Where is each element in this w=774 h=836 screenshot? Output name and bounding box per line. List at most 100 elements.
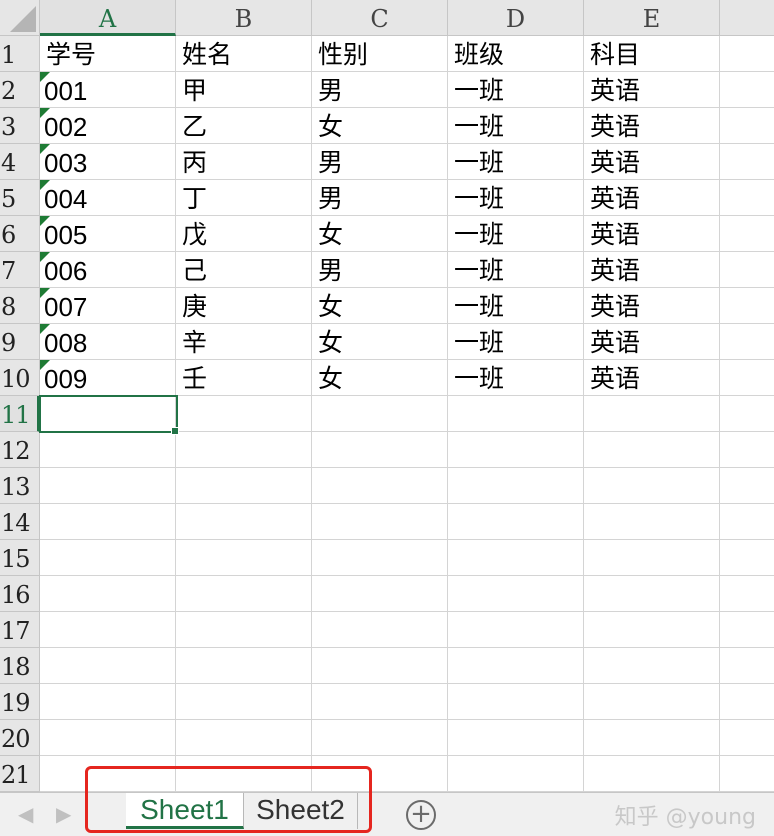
cell[interactable] [312,720,448,756]
cell[interactable] [176,720,312,756]
cell[interactable]: 英语 [584,288,720,324]
row-header-19[interactable]: 19 [0,684,40,720]
chevron-right-icon[interactable]: ▶ [56,803,71,825]
row-header-6[interactable]: 6 [0,216,40,252]
cell[interactable] [584,756,720,792]
fill-handle[interactable] [171,427,179,435]
cell[interactable] [176,756,312,792]
cell[interactable] [720,684,774,720]
cell[interactable]: 性别 [312,36,448,72]
cell[interactable] [448,468,584,504]
sheet-tab-2[interactable]: Sheet2 [244,793,358,829]
cell[interactable] [584,396,720,432]
cell[interactable]: 一班 [448,144,584,180]
cell[interactable]: 英语 [584,252,720,288]
cell[interactable]: 英语 [584,108,720,144]
cell[interactable] [720,288,774,324]
cell[interactable] [448,540,584,576]
cell[interactable] [40,504,176,540]
row-header-20[interactable]: 20 [0,720,40,756]
cell[interactable]: 丁 [176,180,312,216]
row-header-2[interactable]: 2 [0,72,40,108]
cell[interactable]: 女 [312,216,448,252]
cell[interactable] [584,540,720,576]
row-header-15[interactable]: 15 [0,540,40,576]
column-header-b[interactable]: B [176,0,312,36]
cell[interactable]: 女 [312,324,448,360]
cell[interactable] [176,684,312,720]
cell[interactable] [448,756,584,792]
cell[interactable] [312,756,448,792]
cell[interactable]: 壬 [176,360,312,396]
cell[interactable] [312,432,448,468]
cell[interactable] [584,648,720,684]
cell[interactable] [176,468,312,504]
column-header-extra[interactable] [720,0,774,36]
cell[interactable] [448,576,584,612]
row-header-4[interactable]: 4 [0,144,40,180]
cell[interactable]: 006 [40,252,176,288]
cell[interactable] [448,720,584,756]
row-header-7[interactable]: 7 [0,252,40,288]
cell[interactable]: 男 [312,144,448,180]
cell[interactable]: 一班 [448,216,584,252]
cell[interactable] [312,576,448,612]
row-header-9[interactable]: 9 [0,324,40,360]
cell[interactable] [448,396,584,432]
cell[interactable]: 姓名 [176,36,312,72]
cell[interactable] [720,108,774,144]
cell[interactable]: 一班 [448,288,584,324]
cell[interactable]: 一班 [448,252,584,288]
cell[interactable] [720,540,774,576]
row-header-3[interactable]: 3 [0,108,40,144]
cell[interactable]: 男 [312,180,448,216]
spreadsheet-grid[interactable]: ABCDE 1 2 3 4 5 6 7 8 9 10 11 12 13 14 15 16 17 18 19 20 21 学… [0,0,774,792]
cell[interactable] [176,648,312,684]
row-header-18[interactable]: 18 [0,648,40,684]
cell[interactable]: 英语 [584,216,720,252]
cell[interactable] [584,684,720,720]
cell[interactable]: 科目 [584,36,720,72]
cell[interactable]: 学号 [40,36,176,72]
cell[interactable] [40,468,176,504]
cell[interactable] [448,648,584,684]
cell[interactable] [40,432,176,468]
cell[interactable] [720,648,774,684]
column-header-c[interactable]: C [312,0,448,36]
cell[interactable] [176,612,312,648]
cell[interactable]: 英语 [584,360,720,396]
cell[interactable] [720,72,774,108]
row-header-10[interactable]: 10 [0,360,40,396]
cell[interactable] [720,576,774,612]
cell[interactable]: 004 [40,180,176,216]
cell[interactable]: 英语 [584,72,720,108]
cell[interactable] [720,144,774,180]
cell[interactable] [176,540,312,576]
row-header-1[interactable]: 1 [0,36,40,72]
cell[interactable]: 班级 [448,36,584,72]
cell[interactable] [312,612,448,648]
cell[interactable] [720,756,774,792]
cell[interactable] [448,612,584,648]
cell[interactable]: 男 [312,252,448,288]
cell[interactable] [312,468,448,504]
cell[interactable] [720,432,774,468]
cell[interactable]: 英语 [584,324,720,360]
cell[interactable]: 一班 [448,108,584,144]
cell[interactable] [720,612,774,648]
cell[interactable] [448,504,584,540]
cell[interactable]: 一班 [448,72,584,108]
sheet-tab-1[interactable]: Sheet1 [126,793,244,829]
row-header-13[interactable]: 13 [0,468,40,504]
cell[interactable]: 丙 [176,144,312,180]
cell[interactable] [448,432,584,468]
cell[interactable]: 戊 [176,216,312,252]
cell[interactable] [720,468,774,504]
cell[interactable] [720,324,774,360]
cell[interactable]: 007 [40,288,176,324]
cell[interactable]: 008 [40,324,176,360]
cell[interactable] [720,360,774,396]
cell[interactable] [40,396,176,432]
cell[interactable] [176,396,312,432]
cell[interactable] [720,396,774,432]
